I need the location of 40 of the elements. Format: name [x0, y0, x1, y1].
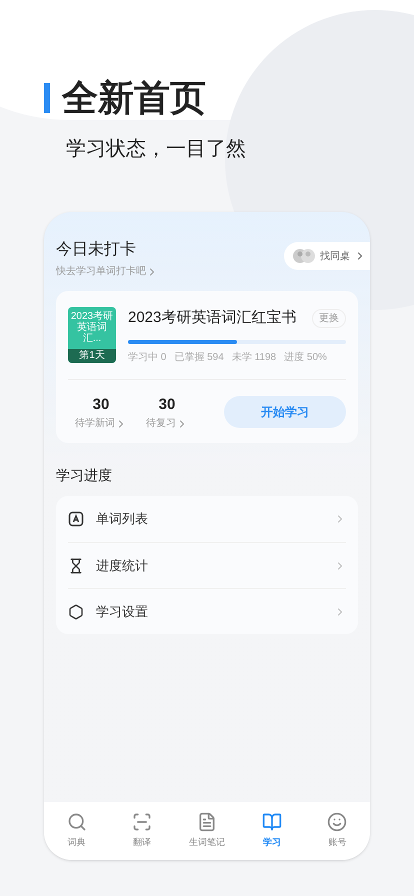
- scan-icon: [132, 812, 152, 832]
- book-stat: 未学 1198: [232, 350, 276, 364]
- tab-item[interactable]: 词典: [44, 812, 110, 850]
- hexagon-icon: [68, 604, 84, 620]
- tab-item[interactable]: 翻译: [109, 812, 174, 850]
- book-title: 2023考研英语词汇红宝书: [128, 308, 296, 328]
- book-stat: 已掌握 594: [174, 350, 224, 364]
- menu-label: 进度统计: [96, 556, 149, 575]
- menu-item[interactable]: 单词列表: [68, 496, 346, 542]
- accent-bar: [44, 83, 50, 113]
- note-icon: [197, 812, 217, 832]
- search-icon: [66, 812, 87, 832]
- avatars-icon: [292, 248, 316, 264]
- count-value: 30: [92, 394, 110, 414]
- cover-title: 2023考研英语词汇...: [70, 310, 114, 344]
- change-button[interactable]: 更换: [312, 308, 346, 328]
- book-stat: 进度 50%: [284, 350, 327, 364]
- letter-square-icon: [68, 511, 84, 527]
- count-link[interactable]: 待复习: [146, 416, 188, 431]
- count-link[interactable]: 待学新词: [75, 416, 127, 431]
- section-title: 学习进度: [55, 466, 113, 485]
- start-button[interactable]: 开始学习: [224, 396, 346, 428]
- tab-item[interactable]: 生词笔记: [174, 812, 240, 850]
- count-value: 30: [158, 394, 176, 414]
- deskmate-button[interactable]: 找同桌: [284, 242, 370, 270]
- menu-label: 学习设置: [96, 602, 149, 621]
- cover-day: 第1天: [68, 349, 116, 363]
- smile-icon: [327, 812, 348, 832]
- checkin-title: 今日未打卡: [56, 240, 137, 260]
- menu-label: 单词列表: [96, 510, 149, 528]
- promo-subtitle: 学习状态，一目了然: [66, 137, 247, 162]
- checkin-link[interactable]: 快去学习单词打卡吧: [56, 264, 158, 279]
- tab-item[interactable]: 账号: [304, 812, 370, 850]
- menu-item[interactable]: 学习设置: [68, 588, 346, 634]
- book-icon: [262, 812, 282, 832]
- menu-item[interactable]: 进度统计: [68, 542, 346, 588]
- tab-item[interactable]: 学习: [240, 812, 305, 850]
- promo-title: 全新首页: [62, 80, 206, 116]
- hourglass-icon: [68, 558, 84, 574]
- book-stat: 学习中 0: [128, 350, 166, 364]
